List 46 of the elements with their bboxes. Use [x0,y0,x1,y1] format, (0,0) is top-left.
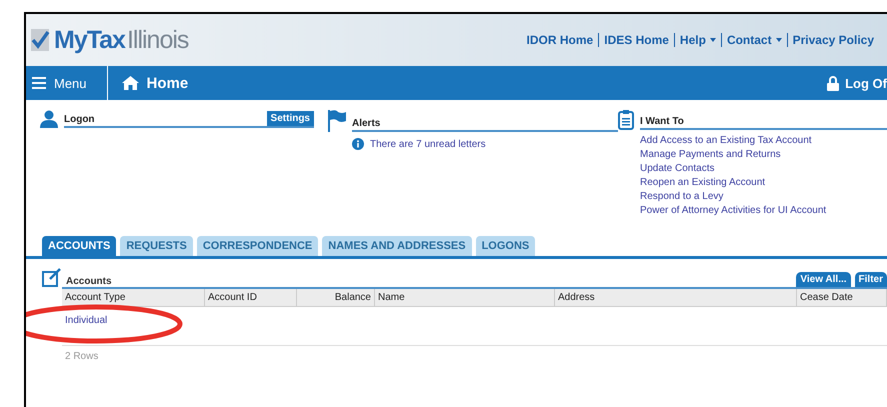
tab[interactable]: LOGONS [476,236,536,256]
column-header[interactable]: Name [375,289,555,306]
header-link[interactable]: Privacy Policy [786,33,879,47]
action-link[interactable]: Power of Attorney Activities for UI Account [640,205,887,216]
header-link[interactable]: IDOR Home [522,33,598,47]
flag-icon [328,110,346,132]
panel-title: I Want To [640,116,684,128]
person-icon [40,110,58,128]
alert-link[interactable]: There are 7 unread letters [370,138,486,150]
section-title: Accounts [66,276,112,287]
lock-icon [827,76,840,90]
group-link[interactable]: Individual [65,315,108,326]
tab[interactable]: CORRESPONDENCE [196,236,318,256]
action-link[interactable]: Respond to a Levy [640,191,887,202]
column-header[interactable]: Cease Date [797,289,887,306]
checkmark-logo-icon [30,27,52,53]
panel-title: Logon [64,114,95,126]
action-link[interactable]: Reopen an Existing Account [640,177,887,188]
row-count: 2 Rows [64,350,100,364]
action-link[interactable]: Add Access to an Existing Tax Account [640,135,887,146]
header-link[interactable]: IDES Home [598,33,674,47]
log-off-button[interactable]: Log Of [827,66,887,100]
tab[interactable]: ACCOUNTS [42,236,116,256]
menu-button[interactable]: Menu [26,66,108,100]
action-link[interactable]: Update Contacts [640,163,887,174]
column-header[interactable]: Account ID [205,289,297,306]
tab[interactable]: NAMES AND ADDRESSES [322,236,472,256]
logo-text: Illinois [126,26,188,54]
column-header[interactable]: Address [555,289,797,306]
logo-text: MyTax [54,26,125,54]
clipboard-icon [618,110,634,130]
info-icon [352,138,364,150]
column-header[interactable]: Balance [297,289,375,306]
header-link[interactable]: Help [674,33,721,47]
table-action-button[interactable]: Filter [854,272,887,287]
home-icon [122,76,139,90]
action-link[interactable]: Manage Payments and Returns [640,149,887,160]
panel-title: Alerts [352,118,380,130]
edit-icon [42,267,62,287]
menu-icon [32,77,46,89]
tab[interactable]: REQUESTS [120,236,193,256]
table-action-button[interactable]: View All... [796,272,851,287]
header-link[interactable]: Contact [720,33,787,47]
column-header[interactable]: Account Type [62,289,205,306]
settings-button[interactable]: Settings [266,111,314,126]
home-button[interactable]: Home [108,66,202,100]
